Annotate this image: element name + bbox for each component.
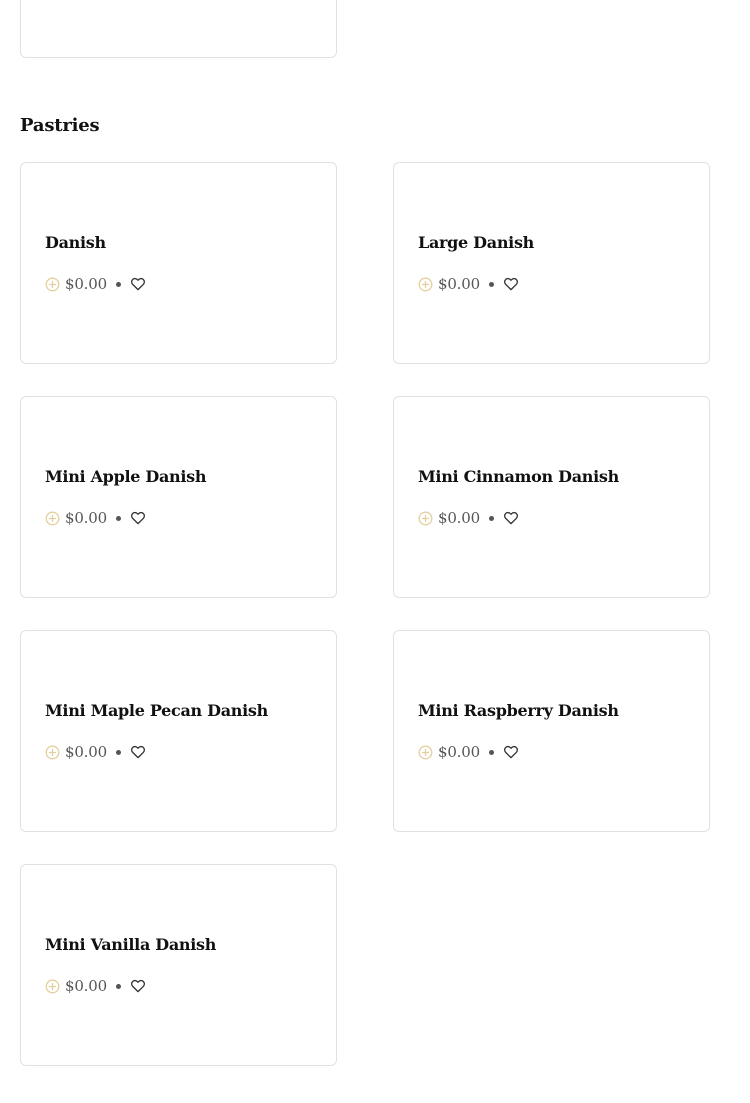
item-price: $0.00 xyxy=(65,977,107,995)
separator-dot xyxy=(488,749,494,755)
item-name: Danish xyxy=(45,233,106,252)
separator-dot xyxy=(115,983,121,989)
menu-item-card[interactable]: Mini Apple Danish $0.00 xyxy=(20,396,337,598)
item-meta: $0.00 xyxy=(45,976,146,996)
item-name: Mini Maple Pecan Danish xyxy=(45,701,268,720)
item-name: Mini Cinnamon Danish xyxy=(418,467,619,486)
plus-circle-icon[interactable] xyxy=(418,511,433,526)
item-name: Mini Apple Danish xyxy=(45,467,207,486)
menu-item-card[interactable]: Mini Raspberry Danish $0.00 xyxy=(393,630,710,832)
item-price: $0.00 xyxy=(438,743,480,761)
item-name: Mini Vanilla Danish xyxy=(45,935,217,954)
menu-item-card[interactable]: Danish $0.00 xyxy=(20,162,337,364)
heart-outline-icon[interactable] xyxy=(130,510,146,526)
plus-circle-icon[interactable] xyxy=(418,745,433,760)
plus-circle-icon[interactable] xyxy=(45,511,60,526)
heart-outline-icon[interactable] xyxy=(503,510,519,526)
plus-circle-icon[interactable] xyxy=(45,979,60,994)
item-meta: $0.00 xyxy=(45,274,146,294)
plus-circle-icon[interactable] xyxy=(418,277,433,292)
heart-outline-icon[interactable] xyxy=(130,744,146,760)
separator-dot xyxy=(488,281,494,287)
item-name: Mini Raspberry Danish xyxy=(418,701,619,720)
item-price: $0.00 xyxy=(438,275,480,293)
heart-outline-icon[interactable] xyxy=(503,744,519,760)
menu-item-card[interactable]: Mini Vanilla Danish $0.00 xyxy=(20,864,337,1066)
item-price: $0.00 xyxy=(438,509,480,527)
plus-circle-icon[interactable] xyxy=(45,277,60,292)
heart-outline-icon[interactable] xyxy=(503,276,519,292)
menu-item-card[interactable]: Mini Maple Pecan Danish $0.00 xyxy=(20,630,337,832)
item-meta: $0.00 xyxy=(45,742,146,762)
item-name: Large Danish xyxy=(418,233,534,252)
item-price: $0.00 xyxy=(65,275,107,293)
plus-circle-icon[interactable] xyxy=(45,745,60,760)
menu-item-card[interactable]: Large Danish $0.00 xyxy=(393,162,710,364)
menu-item-card[interactable]: Mini Cinnamon Danish $0.00 xyxy=(393,396,710,598)
separator-dot xyxy=(488,515,494,521)
separator-dot xyxy=(115,515,121,521)
item-meta: $0.00 xyxy=(45,508,146,528)
item-price: $0.00 xyxy=(65,509,107,527)
separator-dot xyxy=(115,281,121,287)
item-meta: $0.00 xyxy=(418,274,519,294)
section-title: Pastries xyxy=(20,115,100,136)
heart-outline-icon[interactable] xyxy=(130,276,146,292)
heart-outline-icon[interactable] xyxy=(130,978,146,994)
item-meta: $0.00 xyxy=(418,508,519,528)
item-price: $0.00 xyxy=(65,743,107,761)
previous-section-card[interactable] xyxy=(20,0,337,58)
separator-dot xyxy=(115,749,121,755)
item-meta: $0.00 xyxy=(418,742,519,762)
